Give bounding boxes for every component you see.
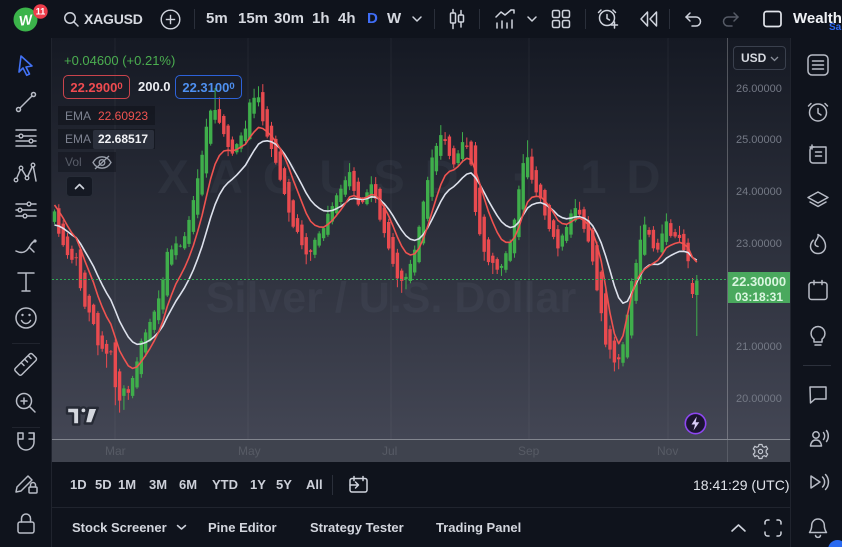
svg-text:11: 11 (36, 7, 46, 17)
svg-text:Silver / U.S. Dollar: Silver / U.S. Dollar (206, 274, 577, 322)
